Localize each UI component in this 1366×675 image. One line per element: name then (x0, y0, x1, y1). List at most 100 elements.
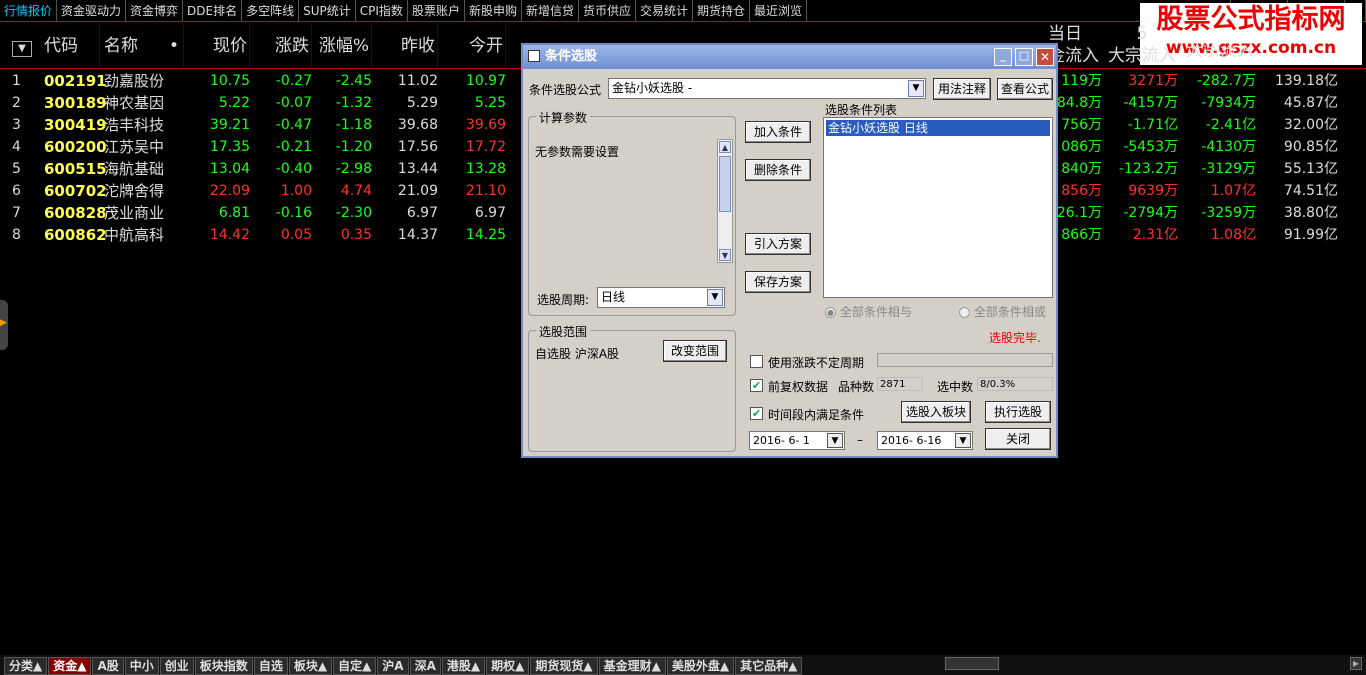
cell-prev: 14.37 (397, 227, 438, 243)
cell-chg: -0.47 (275, 117, 312, 133)
condition-stock-picker-dialog: 条件选股 _ □ ✕ 条件选股公式 金钻小妖选股 - ▼ 用法注释 查看公式 计算… (521, 43, 1058, 458)
header-name[interactable]: 名称 • (104, 23, 184, 69)
topnav-item[interactable]: 最近浏览 (750, 0, 808, 21)
scroll-up-icon[interactable]: ▲ (719, 141, 731, 153)
cell-f4: 55.13亿 (1283, 161, 1338, 177)
bottom-tab[interactable]: 沪A (377, 657, 409, 675)
topnav-item[interactable]: 期货持仓 (693, 0, 751, 21)
cell-prev: 13.44 (397, 161, 438, 177)
topnav-item[interactable]: 新股申购 (465, 0, 522, 21)
topnav-item[interactable]: 货币供应 (579, 0, 636, 21)
cell-pct: -2.30 (335, 205, 372, 221)
add-condition-button[interactable]: 加入条件 (745, 121, 811, 143)
delete-condition-button[interactable]: 删除条件 (745, 159, 811, 181)
topnav-item[interactable]: 行情报价 (0, 0, 58, 21)
cell-price: 6.81 (218, 205, 250, 221)
checkbox-time-range[interactable]: ✔ (750, 407, 763, 420)
bottom-tab[interactable]: 基金理财▲ (598, 657, 666, 675)
radio-all-and[interactable]: ● 全部条件相与 (825, 303, 912, 320)
bottom-tab[interactable]: 自定▲ (333, 657, 377, 675)
bottom-tab[interactable]: 港股▲ (441, 657, 486, 675)
cell-f4: 45.87亿 (1283, 95, 1338, 111)
radio-all-or[interactable]: 全部条件相或 (959, 303, 1046, 320)
add-to-block-button[interactable]: 选股入板块 (901, 401, 971, 423)
params-scrollbar[interactable]: ▲ ▼ (717, 139, 733, 263)
topnav-item[interactable]: 新增信贷 (522, 0, 579, 21)
topnav-item[interactable]: 资金驱动力 (57, 0, 127, 21)
cell-price: 5.22 (218, 95, 250, 111)
date-separator: – (857, 433, 863, 447)
time-range-label: 时间段内满足条件 (768, 408, 865, 422)
bottom-tab[interactable]: 资金▲ (48, 657, 92, 675)
bottom-tab[interactable]: A股 (92, 657, 124, 675)
cell-f3: -2.41亿 (1205, 117, 1256, 133)
scroll-right-icon[interactable]: ▶ (1350, 657, 1362, 670)
period-select[interactable]: 日线 ▼ (597, 287, 725, 308)
params-text: 无参数需要设置 (535, 145, 620, 159)
cell-n: 6 (12, 183, 21, 199)
minimize-icon[interactable]: _ (994, 48, 1012, 66)
bottom-tab[interactable]: 自选 (253, 657, 288, 675)
view-formula-button[interactable]: 查看公式 (997, 78, 1053, 100)
bottom-tab[interactable]: 板块▲ (288, 657, 333, 675)
header-code[interactable]: 代码 (44, 23, 100, 69)
column-menu-button[interactable]: ▼ (12, 23, 36, 69)
topnav-item[interactable]: 股票账户 (408, 0, 465, 21)
cell-f2: -2794万 (1123, 205, 1178, 221)
topnav-item[interactable]: DDE排名 (183, 0, 243, 21)
bottom-tab[interactable]: 美股外盘▲ (666, 657, 735, 675)
bottom-tab[interactable]: 板块指数 (194, 657, 253, 675)
cell-chg: 0.05 (280, 227, 312, 243)
bottom-tab[interactable]: 其它品种▲ (735, 657, 803, 675)
usage-notes-button[interactable]: 用法注释 (933, 78, 991, 100)
header-change[interactable]: 涨跌 (250, 23, 312, 69)
condition-list[interactable]: 金钻小妖选股 日线 (823, 117, 1053, 298)
date-from-picker[interactable]: 2016- 6- 1 ▼ (749, 431, 845, 450)
cell-price: 22.09 (209, 183, 250, 199)
scroll-thumb[interactable] (719, 156, 731, 212)
cell-name: 浩丰科技 (104, 116, 165, 134)
bottom-tab[interactable]: 期权▲ (486, 657, 530, 675)
bottom-tab[interactable]: 深A (409, 657, 441, 675)
maximize-icon[interactable]: □ (1015, 48, 1033, 66)
cell-name: 江苏吴中 (104, 138, 165, 156)
header-pct[interactable]: 涨幅% (312, 23, 372, 69)
range-text: 自选股 沪深A股 (535, 347, 620, 361)
side-panel-toggle[interactable]: ▶ (0, 300, 8, 350)
status-text: 选股完毕. (989, 331, 1041, 345)
topnav-item[interactable]: 多空阵线 (242, 0, 300, 21)
cell-open: 5.25 (474, 95, 506, 111)
topnav-item[interactable]: SUP统计 (299, 0, 356, 21)
topnav-item[interactable]: 资金博弈 (126, 0, 184, 21)
horizontal-scrollbar[interactable] (945, 657, 999, 670)
change-range-button[interactable]: 改变范围 (663, 340, 727, 362)
header-prev-close[interactable]: 昨收 (372, 23, 438, 69)
bottom-tab[interactable]: 中小 (124, 657, 159, 675)
header-open[interactable]: 今开 (438, 23, 506, 69)
checkbox-forward-adjust[interactable]: ✔ (750, 379, 763, 392)
cell-open: 17.72 (465, 139, 506, 155)
save-scheme-button[interactable]: 保存方案 (745, 271, 811, 293)
close-icon[interactable]: ✕ (1036, 48, 1054, 66)
run-selection-button[interactable]: 执行选股 (985, 401, 1051, 423)
close-button[interactable]: 关闭 (985, 428, 1051, 450)
checkbox-variable-period[interactable] (750, 355, 763, 368)
dialog-title-bar: 条件选股 _ □ ✕ (523, 45, 1056, 69)
bottom-tab[interactable]: 分类▲ (4, 657, 48, 675)
cell-code: 600515 (44, 160, 107, 178)
header-price[interactable]: 现价 (184, 23, 250, 69)
cell-chg: -0.27 (275, 73, 312, 89)
condition-list-item[interactable]: 金钻小妖选股 日线 (826, 120, 1050, 136)
topnav-item[interactable]: 交易统计 (636, 0, 694, 21)
header-big-deal[interactable]: 5 大宗流入 (1102, 23, 1182, 69)
cell-f2: 2.31亿 (1132, 227, 1178, 243)
topnav-item[interactable]: CPI指数 (356, 0, 408, 21)
import-scheme-button[interactable]: 引入方案 (745, 233, 811, 255)
formula-select[interactable]: 金钻小妖选股 - ▼ (608, 78, 926, 99)
cell-chg: -0.40 (275, 161, 312, 177)
date-to-picker[interactable]: 2016- 6-16 ▼ (877, 431, 973, 450)
cell-chg: -0.07 (275, 95, 312, 111)
bottom-tab[interactable]: 创业 (159, 657, 194, 675)
scroll-down-icon[interactable]: ▼ (719, 249, 731, 261)
bottom-tab[interactable]: 期货现货▲ (530, 657, 598, 675)
